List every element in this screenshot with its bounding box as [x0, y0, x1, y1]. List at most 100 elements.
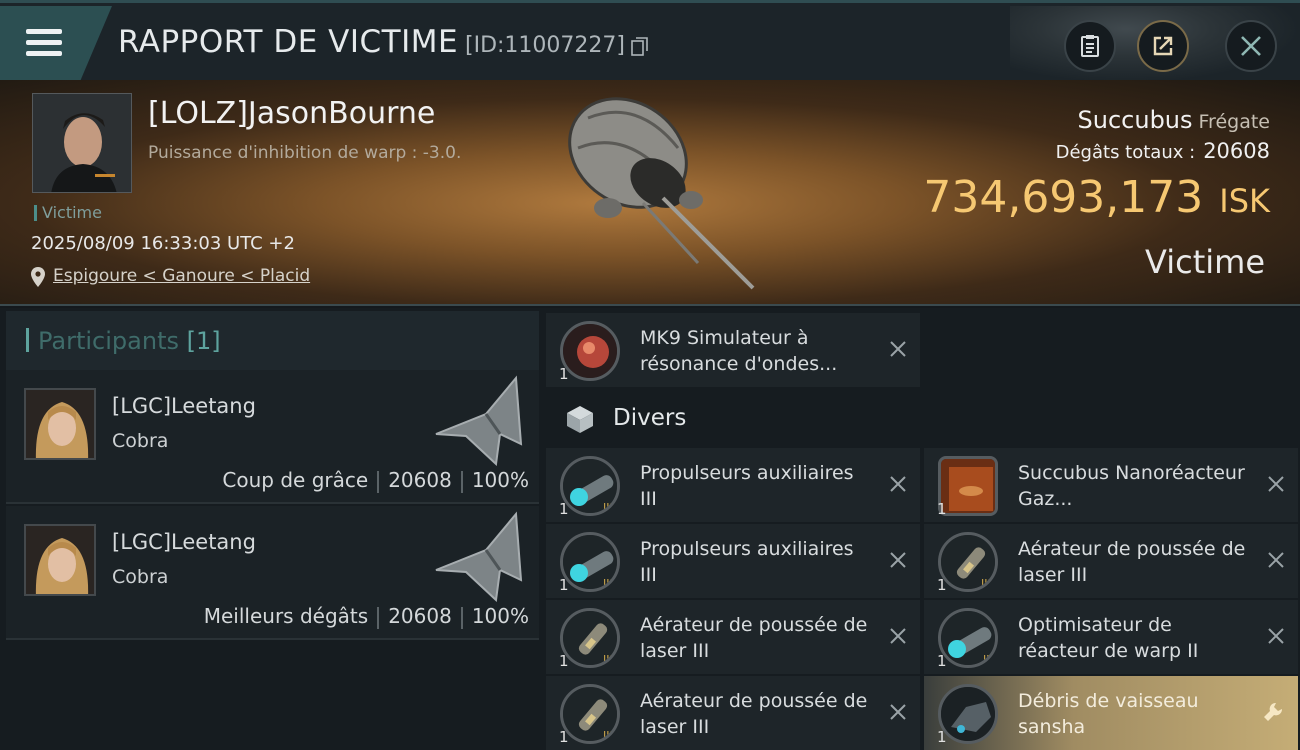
- wrench-icon[interactable]: [1262, 701, 1284, 723]
- close-icon[interactable]: [890, 341, 906, 357]
- svg-text:III: III: [603, 577, 613, 590]
- item-name: Optimisateur de réacteur de warp II: [1018, 614, 1199, 662]
- loot-item[interactable]: 1 Succubus Nanoréacteur Gaz...: [924, 448, 1298, 522]
- participant-ship: Cobra: [112, 430, 169, 452]
- participant-damage: 20608: [388, 468, 452, 492]
- victim-location-link[interactable]: Espigoure < Ganoure < Placid: [53, 266, 310, 286]
- total-damage-label: Dégâts totaux :: [1055, 142, 1196, 163]
- ship-class: Frégate: [1198, 111, 1270, 133]
- close-button[interactable]: [1225, 20, 1277, 72]
- item-name: Propulseurs auxiliaires III: [640, 462, 854, 510]
- laser-aerator-icon: III: [560, 608, 620, 668]
- loot-item[interactable]: III 1 Aérateur de poussée de laser III: [546, 600, 920, 674]
- report-id: [ID:11007227]: [465, 33, 625, 58]
- section-label: Divers: [613, 405, 687, 431]
- header-bar: RAPPORT DE VICTIME [ID:11007227]: [0, 0, 1300, 83]
- thruster-icon: III: [560, 456, 620, 516]
- location-pin-icon: [31, 267, 45, 287]
- close-icon[interactable]: [890, 704, 906, 720]
- item-qty: 1: [559, 728, 569, 746]
- menu-icon: [26, 29, 62, 57]
- share-icon: [1153, 36, 1173, 56]
- cobra-ship-image: [435, 375, 523, 466]
- victim-status: Victime: [1145, 243, 1265, 281]
- participant-stats: Meilleurs dégâts 20608 100%: [204, 604, 529, 629]
- menu-button[interactable]: [0, 6, 112, 80]
- svg-text:II: II: [983, 653, 990, 666]
- participant-damage: 20608: [388, 604, 452, 628]
- close-icon[interactable]: [1268, 552, 1284, 568]
- victim-tag: Victime: [34, 205, 102, 221]
- clipboard-icon: [1081, 35, 1099, 57]
- loot-item[interactable]: III 1 Aérateur de poussée de laser III: [924, 524, 1298, 598]
- avatar[interactable]: [24, 524, 96, 596]
- participant-stats: Coup de grâce 20608 100%: [222, 468, 529, 493]
- item-qty: 1: [937, 576, 947, 594]
- svg-text:III: III: [603, 501, 613, 514]
- cube-icon: [567, 406, 593, 433]
- participant-name[interactable]: [LGC]Leetang: [112, 530, 256, 554]
- warp-optimizer-icon: II: [938, 608, 998, 668]
- total-damage: Dégâts totaux : 20608: [1056, 139, 1270, 163]
- loot-item[interactable]: 1 Débris de vaisseau sansha: [924, 676, 1298, 750]
- participant-row[interactable]: [LGC]Leetang Cobra Coup de grâce 20608 100…: [6, 370, 539, 504]
- participant-ship: Cobra: [112, 566, 169, 588]
- victim-portrait[interactable]: [32, 93, 132, 193]
- isk-unit: ISK: [1219, 182, 1270, 220]
- victim-name[interactable]: [LOLZ]JasonBourne: [148, 96, 435, 131]
- loot-item[interactable]: III 1 Aérateur de poussée de laser III: [546, 676, 920, 750]
- participant-percent: 100%: [471, 468, 529, 492]
- resonance-simulator-icon: [560, 321, 620, 381]
- victim-warp-strength: Puissance d'inhibition de warp : -3.0.: [148, 143, 462, 163]
- nanoreactor-icon: [938, 456, 998, 516]
- clipboard-button[interactable]: [1064, 20, 1116, 72]
- isk-amount: 734,693,173: [923, 172, 1204, 223]
- laser-aerator-icon: III: [938, 532, 998, 592]
- cobra-ship-image: [435, 511, 523, 602]
- item-qty: 1: [559, 576, 569, 594]
- close-icon[interactable]: [890, 552, 906, 568]
- item-qty: 1: [937, 728, 947, 746]
- participant-name[interactable]: [LGC]Leetang: [112, 394, 256, 418]
- close-icon[interactable]: [1268, 476, 1284, 492]
- close-icon: [1241, 36, 1261, 56]
- participant-avatar-icon: [26, 390, 94, 458]
- victim-ship-name[interactable]: Succubus Frégate: [1078, 106, 1270, 134]
- avatar[interactable]: [24, 388, 96, 460]
- section-divers: Divers: [546, 392, 1300, 446]
- total-damage-value: 20608: [1203, 139, 1270, 163]
- loot-item[interactable]: III 1 Propulseurs auxiliaires III: [546, 524, 920, 598]
- victim-datetime: 2025/08/09 16:33:03 UTC +2: [31, 233, 295, 254]
- share-button[interactable]: [1137, 20, 1189, 72]
- item-name: Succubus Nanoréacteur Gaz...: [1018, 462, 1245, 510]
- participant-percent: 100%: [471, 604, 529, 628]
- participant-role: Meilleurs dégâts: [203, 604, 369, 628]
- participants-header[interactable]: Participants [1]: [6, 311, 539, 371]
- victim-banner: [LOLZ]JasonBourne Puissance d'inhibition…: [0, 80, 1300, 306]
- ship-type: Succubus: [1077, 106, 1193, 134]
- participants-panel: Participants [1] [LGC]Leetang Cobra Coup…: [0, 308, 541, 750]
- loot-item[interactable]: II 1 Optimisateur de réacteur de warp II: [924, 600, 1298, 674]
- svg-text:III: III: [603, 653, 613, 666]
- participants-count: [1]: [186, 327, 221, 355]
- accent-bar: [26, 328, 29, 352]
- loot-item[interactable]: III 1 Propulseurs auxiliaires III: [546, 448, 920, 522]
- close-icon[interactable]: [890, 476, 906, 492]
- item-name: Aérateur de poussée de laser III: [1018, 538, 1246, 586]
- item-qty: 1: [937, 500, 947, 518]
- victim-avatar-icon: [33, 94, 131, 192]
- close-icon[interactable]: [1268, 628, 1284, 644]
- svg-text:III: III: [603, 729, 613, 742]
- item-top[interactable]: 1 MK9 Simulateur à résonance d'ondes...: [546, 313, 920, 387]
- item-name: Débris de vaisseau sansha: [1018, 690, 1199, 738]
- close-icon[interactable]: [890, 628, 906, 644]
- debris-icon: [938, 684, 998, 744]
- copy-icon[interactable]: [631, 37, 648, 56]
- item-name: Propulseurs auxiliaires III: [640, 538, 854, 586]
- thruster-icon: III: [560, 532, 620, 592]
- participant-avatar-icon: [26, 526, 94, 594]
- victim-ship-image: [568, 97, 755, 290]
- participants-title: Participants [1]: [38, 327, 221, 355]
- participant-row[interactable]: [LGC]Leetang Cobra Meilleurs dégâts 20608…: [6, 506, 539, 640]
- item-name: Aérateur de poussée de laser III: [640, 690, 868, 738]
